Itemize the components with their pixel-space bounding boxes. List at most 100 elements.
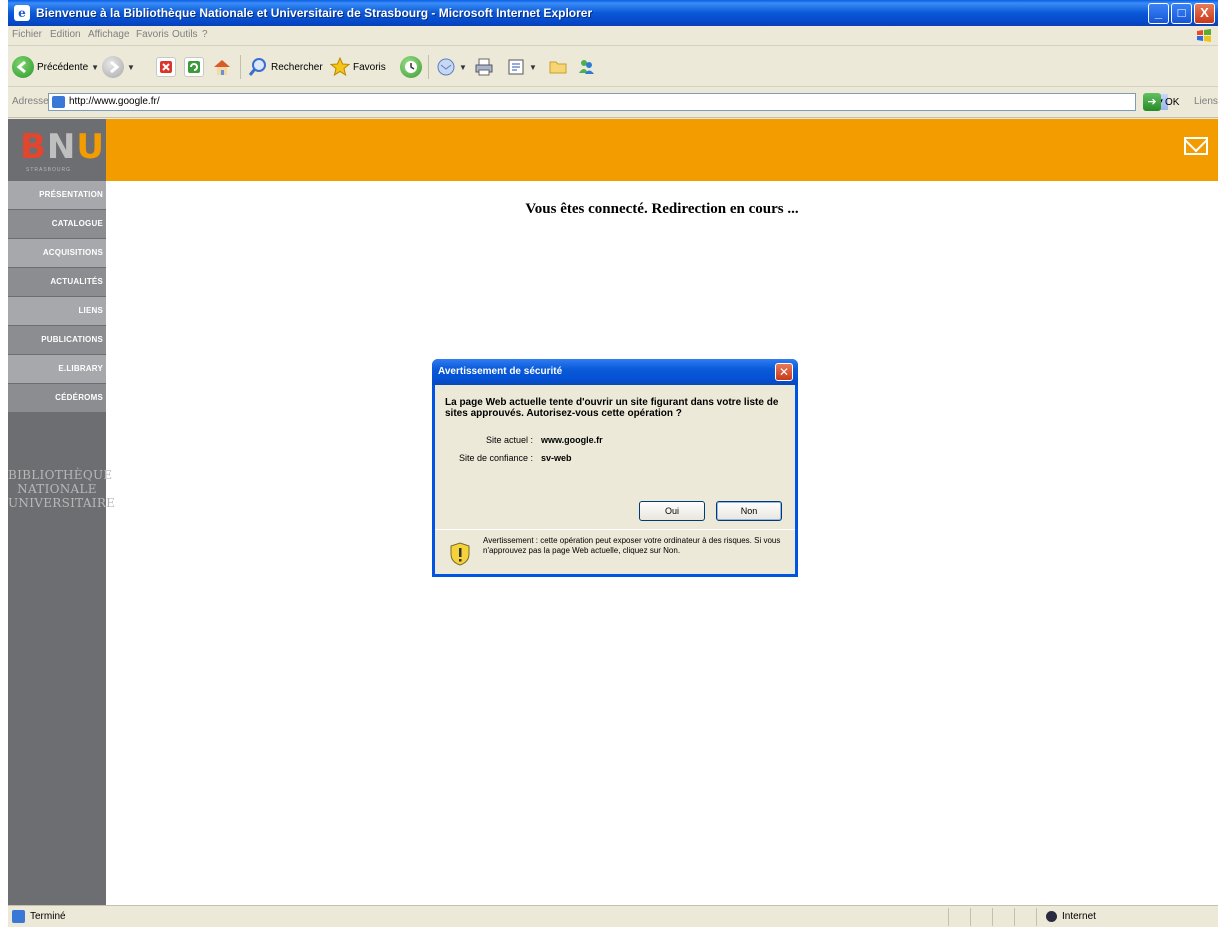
nav-actualites[interactable]: ACTUALITÉS <box>8 268 106 296</box>
nav-liens[interactable]: LIENS <box>8 297 106 325</box>
status-bar: Terminé Internet <box>8 905 1218 927</box>
star-icon <box>329 56 351 77</box>
dialog-title: Avertissement de sécurité <box>438 366 563 377</box>
back-button[interactable]: Précédente ▼ <box>12 55 99 79</box>
status-divider <box>1036 908 1037 926</box>
menu-affichage[interactable]: Affichage <box>88 29 130 40</box>
chevron-down-icon[interactable]: ▼ <box>91 63 99 72</box>
dialog-divider <box>435 529 795 530</box>
security-zone: Internet <box>1062 911 1096 922</box>
dialog-close-button[interactable]: ✕ <box>775 363 793 381</box>
ie-window: e Bienvenue à la Bibliothèque Nationale … <box>8 0 1218 927</box>
redirect-message: Vous êtes connecté. Redirection en cours… <box>525 201 799 217</box>
security-warning-dialog: Avertissement de sécurité ✕ La page Web … <box>432 359 798 577</box>
nav-elibrary[interactable]: E.LIBRARY <box>8 355 106 383</box>
shield-warning-icon <box>450 542 470 566</box>
forward-arrow-icon <box>102 56 124 78</box>
search-label: Rechercher <box>271 61 323 73</box>
go-label: OK <box>1165 96 1180 108</box>
yes-button[interactable]: Oui <box>639 501 705 521</box>
chevron-down-icon[interactable]: ▼ <box>529 63 537 72</box>
trusted-site-label: Site de confiance : <box>458 453 533 463</box>
print-button[interactable] <box>474 55 494 79</box>
status-divider <box>1014 908 1015 926</box>
search-icon <box>248 57 268 77</box>
title-bar: e Bienvenue à la Bibliothèque Nationale … <box>8 0 1218 26</box>
search-button[interactable]: Rechercher <box>248 55 323 79</box>
refresh-icon <box>184 57 204 77</box>
bnu-logo[interactable]: BNU STRASBOURG <box>8 119 106 181</box>
nav-cederoms[interactable]: CÉDÉROMS <box>8 384 106 412</box>
back-label: Précédente <box>37 61 89 73</box>
chevron-down-icon[interactable]: ▼ <box>127 63 135 72</box>
status-text: Terminé <box>30 911 66 922</box>
maximize-button[interactable]: □ <box>1171 3 1192 24</box>
site-nav: PRÉSENTATION CATALOGUE ACQUISITIONS ACTU… <box>8 181 116 905</box>
address-url: http://www.google.fr/ <box>69 96 160 107</box>
back-arrow-icon <box>12 56 34 78</box>
no-button[interactable]: Non <box>716 501 782 521</box>
address-bar: Adresse http://www.google.fr/ ▼ ➔ OK Lie… <box>8 88 1218 118</box>
nav-presentation[interactable]: PRÉSENTATION <box>8 181 106 209</box>
edit-button[interactable]: ▼ <box>506 55 537 79</box>
status-divider <box>948 908 949 926</box>
go-button[interactable]: ➔ OK <box>1143 93 1179 111</box>
toolbar-separator <box>240 55 241 79</box>
dialog-warning-text: Avertissement : cette opération peut exp… <box>483 536 781 555</box>
ie-icon: e <box>14 5 30 21</box>
menu-help[interactable]: ? <box>202 29 208 40</box>
nav-publications[interactable]: PUBLICATIONS <box>8 326 106 354</box>
printer-icon <box>474 57 494 77</box>
address-input[interactable]: http://www.google.fr/ ▼ <box>48 93 1168 111</box>
logo-letter-b: B <box>20 127 47 167</box>
favorites-button[interactable]: Favoris <box>329 55 386 79</box>
page-icon <box>12 910 25 923</box>
messenger-button[interactable] <box>576 55 596 79</box>
history-icon <box>400 56 422 78</box>
minimize-button[interactable]: _ <box>1148 3 1169 24</box>
history-button[interactable] <box>400 55 422 79</box>
menu-edition[interactable]: Edition <box>50 29 81 40</box>
folder-button[interactable] <box>548 55 568 79</box>
trusted-site-row: Site de confiance : sv-web <box>445 453 572 463</box>
status-divider <box>992 908 993 926</box>
window-title: Bienvenue à la Bibliothèque Nationale et… <box>36 6 593 20</box>
nav-catalogue[interactable]: CATALOGUE <box>8 210 106 238</box>
stop-icon <box>156 57 176 77</box>
dialog-question: La page Web actuelle tente d'ouvrir un s… <box>445 397 779 419</box>
internet-zone-icon <box>1046 911 1057 922</box>
folder-icon <box>548 57 568 77</box>
refresh-button[interactable] <box>184 55 204 79</box>
status-divider <box>970 908 971 926</box>
logo-letter-u: U <box>76 127 105 167</box>
current-site-value: www.google.fr <box>541 435 603 445</box>
stop-button[interactable] <box>156 55 176 79</box>
bnu-side-wordmark: BIBLIOTHÈQUE NATIONALE UNIVERSITAIRE <box>8 468 116 510</box>
page-viewport: BNU STRASBOURG PRÉSENTATION CATALOGUE AC… <box>8 119 1218 905</box>
bnu-logo-text: BNU <box>20 127 105 167</box>
wordmark-line: UNIVERSITAIRE <box>8 496 116 510</box>
envelope-icon[interactable] <box>1184 137 1208 155</box>
menu-favoris[interactable]: Favoris <box>136 29 169 40</box>
close-window-button[interactable]: X <box>1194 3 1215 24</box>
favorites-label: Favoris <box>353 61 386 73</box>
chevron-down-icon[interactable]: ▼ <box>459 63 467 72</box>
menu-fichier[interactable]: Fichier <box>12 29 42 40</box>
nav-acquisitions[interactable]: ACQUISITIONS <box>8 239 106 267</box>
wordmark-line: NATIONALE <box>17 482 97 496</box>
standard-toolbar: Précédente ▼ ▼ Rechercher Favoris ▼ ▼ <box>8 47 1218 87</box>
go-arrow-icon: ➔ <box>1143 93 1161 111</box>
trusted-site-value: sv-web <box>541 453 572 463</box>
menu-outils[interactable]: Outils <box>172 29 198 40</box>
dialog-body: La page Web actuelle tente d'ouvrir un s… <box>435 385 795 574</box>
page-icon <box>52 96 65 108</box>
links-toolbar[interactable]: Liens <box>1194 96 1218 107</box>
toolbar-separator <box>428 55 429 79</box>
messenger-icon <box>576 57 596 77</box>
home-button[interactable] <box>212 55 232 79</box>
wordmark-line: BIBLIOTHÈQUE <box>8 468 113 482</box>
mail-button[interactable]: ▼ <box>436 55 467 79</box>
forward-button[interactable]: ▼ <box>102 55 135 79</box>
edit-icon <box>506 57 526 77</box>
mail-icon <box>436 57 456 77</box>
